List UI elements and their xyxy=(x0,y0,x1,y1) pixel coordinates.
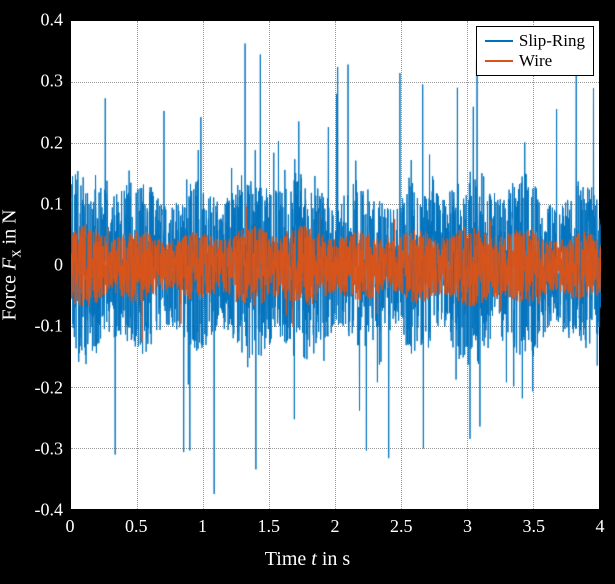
ytick-label: -0.4 xyxy=(35,500,64,521)
ytick-label: -0.1 xyxy=(35,316,64,337)
x-axis-label: Time t in s xyxy=(265,548,350,571)
y-axis-label: Force Fx in N xyxy=(0,209,26,320)
legend-swatch-slip-ring xyxy=(485,40,513,43)
ytick-label: -0.3 xyxy=(35,438,64,459)
xtick-label: 3.5 xyxy=(523,516,546,537)
xtick-label: 2.5 xyxy=(390,516,413,537)
ytick-label: 0.4 xyxy=(41,10,64,31)
xtick-label: 0.5 xyxy=(125,516,148,537)
plot-area: Slip-Ring Wire xyxy=(70,20,600,510)
chart-canvas xyxy=(71,21,601,511)
legend: Slip-Ring Wire xyxy=(476,26,594,76)
ytick-label: -0.2 xyxy=(35,377,64,398)
xtick-label: 1 xyxy=(198,516,207,537)
ytick-label: 0.2 xyxy=(41,132,64,153)
ytick-label: 0.3 xyxy=(41,71,64,92)
legend-entry: Slip-Ring xyxy=(485,31,585,51)
legend-label: Wire xyxy=(519,51,552,71)
legend-swatch-wire xyxy=(485,60,513,63)
legend-label: Slip-Ring xyxy=(519,31,585,51)
xtick-label: 0 xyxy=(66,516,75,537)
xtick-label: 3 xyxy=(463,516,472,537)
xtick-label: 1.5 xyxy=(258,516,281,537)
ytick-label: 0.1 xyxy=(41,193,64,214)
legend-entry: Wire xyxy=(485,51,585,71)
xtick-label: 2 xyxy=(331,516,340,537)
xtick-label: 4 xyxy=(596,516,605,537)
ytick-label: 0 xyxy=(54,255,63,276)
